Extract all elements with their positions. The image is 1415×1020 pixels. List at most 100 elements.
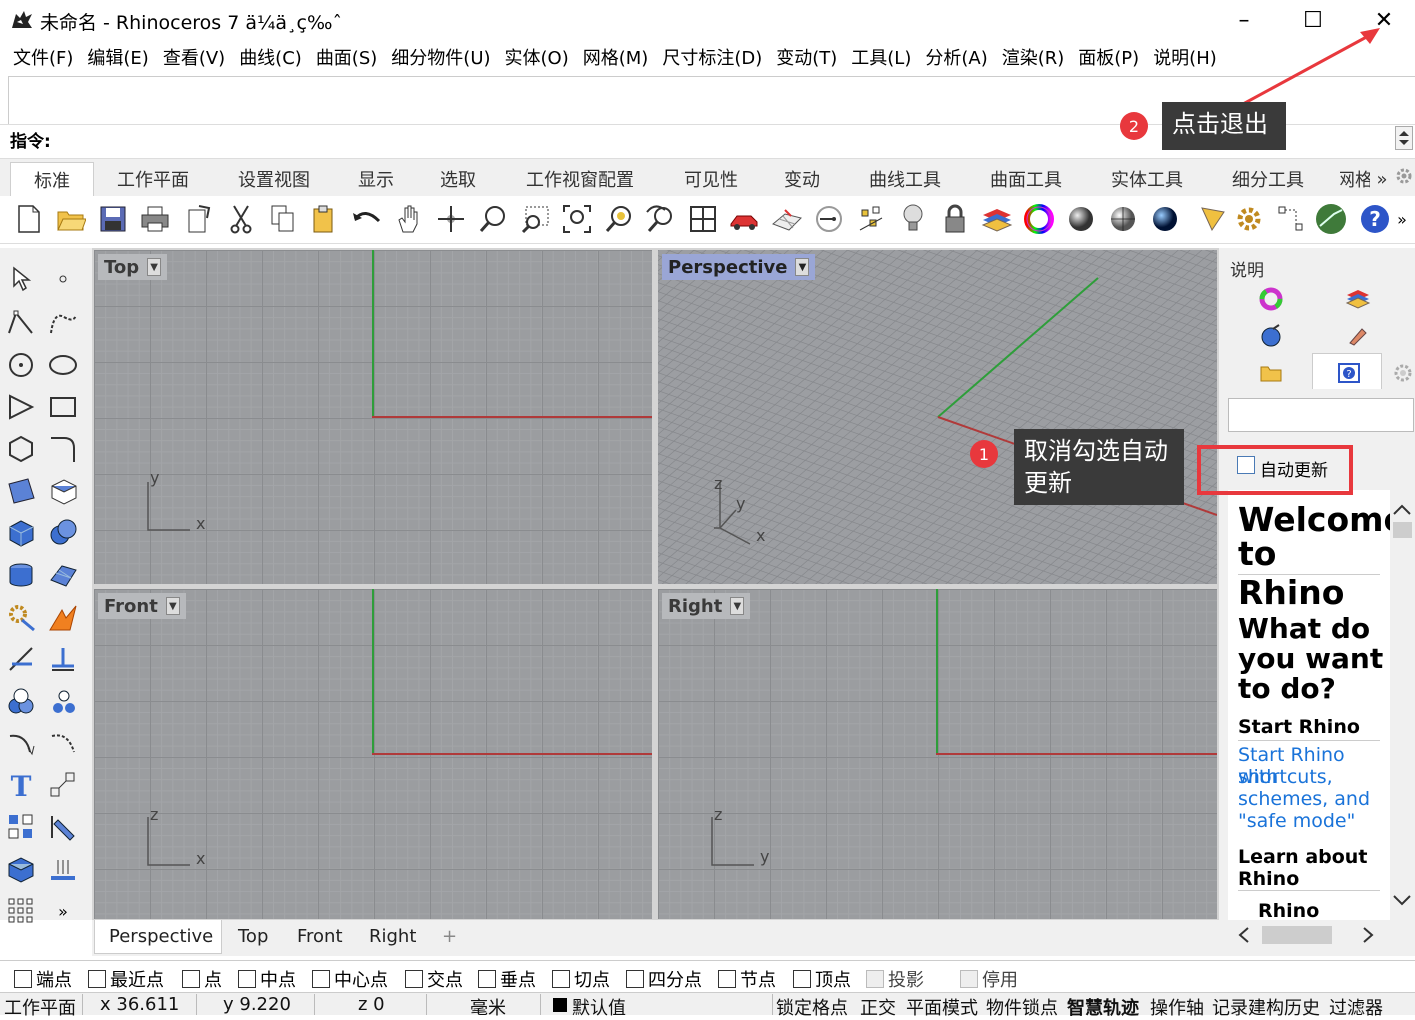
osnap-quad-checkbox[interactable] <box>626 970 644 988</box>
viewport-perspective[interactable]: z y x Perspective ▼ <box>658 250 1217 584</box>
ellipse-icon[interactable] <box>46 348 80 382</box>
status-osnap[interactable]: 物件锁点 <box>986 994 1058 1020</box>
viewport-right-menu-icon[interactable]: ▼ <box>730 597 745 615</box>
minimize-button[interactable]: – <box>1213 0 1275 40</box>
zoom-extents-icon[interactable] <box>560 202 594 236</box>
start-rhino-link-2[interactable]: shortcuts, <box>1238 766 1333 788</box>
osnap-vertex[interactable]: 顶点 <box>793 966 851 992</box>
menu-edit[interactable]: 编辑(E) <box>80 44 155 70</box>
grid-dots-icon[interactable] <box>4 894 38 928</box>
fillet-curve-icon[interactable] <box>46 432 80 466</box>
viewport-front[interactable]: z x Front ▼ <box>94 589 652 919</box>
rotate-view-icon[interactable] <box>434 202 468 236</box>
tab-viewport-layout[interactable]: 工作视窗配置 <box>512 162 648 196</box>
cylinder-icon[interactable] <box>4 558 38 592</box>
osnap-near-checkbox[interactable] <box>88 970 106 988</box>
osnap-disable-checkbox[interactable] <box>960 970 978 988</box>
osnap-end-checkbox[interactable] <box>14 970 32 988</box>
menu-file[interactable]: 文件(F) <box>6 44 80 70</box>
osnap-end[interactable]: 端点 <box>14 966 72 992</box>
add-viewport-tab-button[interactable]: + <box>442 926 457 947</box>
viewport-top-title[interactable]: Top ▼ <box>98 254 168 280</box>
osnap-tan[interactable]: 切点 <box>552 966 610 992</box>
polyline-icon[interactable] <box>4 305 38 339</box>
menu-surface[interactable]: 曲面(S) <box>309 44 384 70</box>
blend-curve-icon[interactable] <box>46 726 80 760</box>
menu-transform[interactable]: 变动(T) <box>769 44 844 70</box>
viewport-front-menu-icon[interactable]: ▼ <box>165 597 180 615</box>
osnap-perp-checkbox[interactable] <box>478 970 496 988</box>
shaded-sphere-icon[interactable] <box>1064 202 1098 236</box>
viewport-tab-top[interactable]: Top <box>238 926 268 947</box>
named-views-icon[interactable] <box>728 202 762 236</box>
panel-render-brush-icon[interactable] <box>1345 322 1371 348</box>
osnap-int-checkbox[interactable] <box>405 970 423 988</box>
close-button[interactable]: ✕ <box>1353 0 1415 40</box>
split-icon[interactable] <box>46 642 80 676</box>
render-tools-icon[interactable] <box>46 600 80 634</box>
tab-solid-tools[interactable]: 实体工具 <box>1098 162 1196 196</box>
extrude-surface-icon[interactable] <box>46 474 80 508</box>
osnap-int[interactable]: 交点 <box>405 966 463 992</box>
transform-tools-icon[interactable] <box>4 600 38 634</box>
dimension-icon[interactable] <box>4 642 38 676</box>
status-record-history[interactable]: 记录建构历史 <box>1212 994 1320 1020</box>
viewport-right[interactable]: z y Right ▼ <box>658 589 1217 919</box>
osnap-tan-checkbox[interactable] <box>552 970 570 988</box>
options-gear-icon[interactable] <box>1232 202 1266 236</box>
tab-select[interactable]: 选取 <box>428 162 488 196</box>
osnap-center-checkbox[interactable] <box>312 970 330 988</box>
status-planar[interactable]: 平面模式 <box>906 994 978 1020</box>
tab-overflow-button[interactable]: » <box>1372 162 1392 196</box>
cut-icon[interactable] <box>224 202 258 236</box>
panel-help-icon[interactable]: ? <box>1336 360 1362 386</box>
pan-hand-icon[interactable] <box>392 202 426 236</box>
tab-transform[interactable]: 变动 <box>772 162 832 196</box>
analyze-icon[interactable] <box>46 810 80 844</box>
tab-surface-tools[interactable]: 曲面工具 <box>977 162 1075 196</box>
maximize-button[interactable]: ☐ <box>1282 0 1344 40</box>
rectangle-icon[interactable] <box>46 390 80 424</box>
drafting-icon[interactable] <box>46 852 80 886</box>
osnap-mid-checkbox[interactable] <box>238 970 256 988</box>
zoom-icon[interactable] <box>476 202 510 236</box>
tab-visibility[interactable]: 可见性 <box>672 162 750 196</box>
osnap-knot[interactable]: 节点 <box>718 966 776 992</box>
spotlight-icon[interactable] <box>1196 202 1230 236</box>
grid-plane-icon[interactable] <box>770 202 804 236</box>
zoom-window-icon[interactable] <box>518 202 552 236</box>
curve-icon[interactable] <box>46 305 80 339</box>
osnap-disable[interactable]: 停用 <box>960 966 1018 992</box>
polygon-icon[interactable] <box>4 432 38 466</box>
menu-dimension[interactable]: 尺寸标注(D) <box>655 44 769 70</box>
osnap-project[interactable]: 投影 <box>866 966 924 992</box>
status-grid-snap[interactable]: 锁定格点 <box>776 994 848 1020</box>
status-filter[interactable]: 过滤器 <box>1329 994 1383 1020</box>
boolean-union-icon[interactable] <box>46 516 80 550</box>
mesh-plane-icon[interactable] <box>46 558 80 592</box>
menu-view[interactable]: 查看(V) <box>156 44 232 70</box>
array-icon[interactable] <box>4 810 38 844</box>
help-icon[interactable]: ? <box>1358 202 1392 236</box>
group-objects-icon[interactable] <box>4 684 38 718</box>
viewport-top-menu-icon[interactable]: ▼ <box>147 258 162 276</box>
menu-help[interactable]: 说明(H) <box>1146 44 1224 70</box>
menu-curve[interactable]: 曲线(C) <box>232 44 309 70</box>
welcome-horizontal-scrollbar[interactable] <box>1228 922 1388 948</box>
surface-icon[interactable] <box>4 474 38 508</box>
zoom-selected-icon[interactable] <box>602 202 636 236</box>
tab-settings-gear-icon[interactable] <box>1394 166 1414 191</box>
command-scroll-buttons[interactable] <box>1395 126 1413 150</box>
layer-icon[interactable] <box>980 202 1014 236</box>
welcome-vertical-scrollbar[interactable] <box>1390 500 1415 920</box>
tab-standard[interactable]: 标准 <box>10 162 94 196</box>
menu-mesh[interactable]: 网格(M) <box>576 44 656 70</box>
rendered-sphere-icon[interactable] <box>1106 202 1140 236</box>
viewport-perspective-title[interactable]: Perspective ▼ <box>662 254 816 280</box>
panel-settings-gear-icon[interactable] <box>1390 360 1415 386</box>
menu-subd[interactable]: 细分物件(U) <box>384 44 497 70</box>
osnap-near[interactable]: 最近点 <box>88 966 164 992</box>
panel-color-wheel-icon[interactable] <box>1258 286 1284 312</box>
osnap-vertex-checkbox[interactable] <box>793 970 811 988</box>
osnap-mid[interactable]: 中点 <box>238 966 296 992</box>
